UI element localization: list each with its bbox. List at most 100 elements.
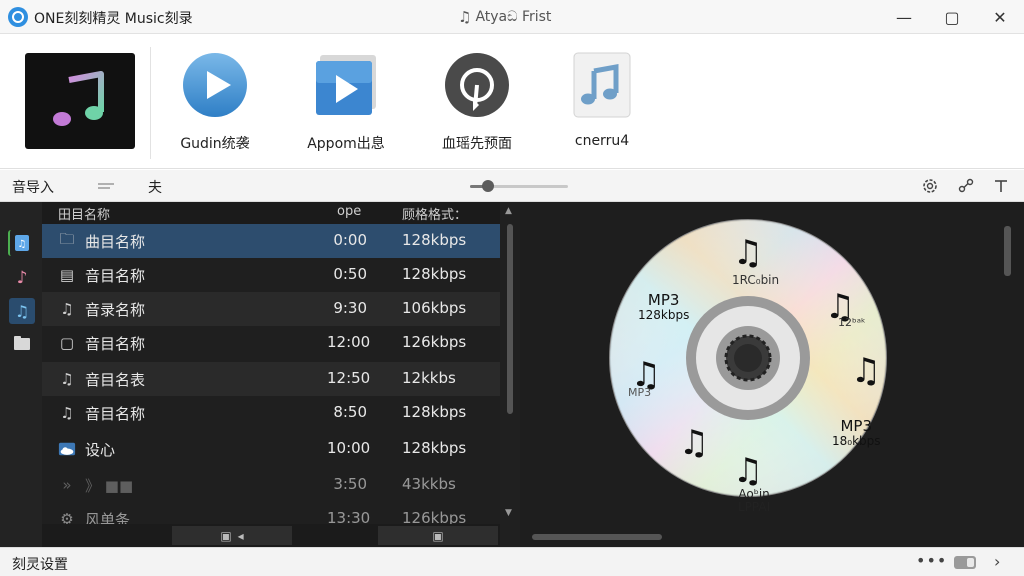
status-toggle[interactable]: [954, 556, 976, 569]
gear-icon[interactable]: [920, 176, 940, 196]
music-note-icon: ♫: [60, 300, 74, 318]
current-track-title: ♫ Atyaඩ Frist: [458, 8, 551, 26]
main-toolbar: Gudin统袭 Appom出息 血瑶先预面 cnerru4: [0, 35, 1024, 169]
scrollbar-thumb[interactable]: [507, 224, 513, 414]
footer-button-right[interactable]: ▣: [378, 526, 498, 545]
minimize-button[interactable]: —: [880, 0, 928, 34]
toolbar-divider: [150, 47, 151, 159]
file-icon: ▢: [59, 334, 75, 352]
nav-songs[interactable]: ♪: [9, 264, 35, 290]
track-list: 田目名称 ope 顾格格式： 🗀 曲目名称 0:00 128kbps ▤ 音目名…: [42, 202, 500, 547]
disc-label-line: MP3: [647, 291, 680, 309]
current-track-label: Atyaඩ Frist: [475, 9, 552, 25]
track-duration: 9:30: [333, 299, 367, 317]
column-name[interactable]: 田目名称: [58, 204, 110, 223]
music-note-icon: ♫: [458, 8, 472, 26]
track-name: 音目名称: [85, 405, 146, 423]
table-row[interactable]: ▤ 音目名称 0:50 128kbps: [42, 258, 500, 292]
nav-folders[interactable]: [9, 330, 35, 356]
disc-label: MP3: [628, 386, 652, 399]
play-circle-icon: [183, 53, 247, 117]
import-button[interactable]: 音导入: [12, 177, 54, 197]
track-name: 曲目名称: [85, 233, 146, 251]
folder-icon: 🗀: [59, 229, 75, 248]
tool-label: 血瑶先预面: [442, 136, 512, 152]
track-format: 128kbps: [402, 403, 467, 421]
tool-cnerru[interactable]: cnerru4: [542, 51, 662, 149]
svg-text:♪: ♪: [17, 268, 28, 287]
table-row[interactable]: ♫ 音目名称 8:50 128kbps: [42, 396, 500, 430]
nav-library[interactable]: ♫: [8, 230, 34, 256]
track-format: 12kkbs: [402, 369, 456, 387]
settings-link[interactable]: 刻灵设置: [12, 554, 68, 574]
title-bar: ONE刻刻精灵 Music刻录 ♫ Atyaඩ Frist — ▢ ✕: [0, 0, 1024, 34]
nav-playlists[interactable]: ♫: [9, 298, 35, 324]
left-nav: ♫ ♪ ♫: [0, 202, 42, 547]
more-icon[interactable]: •••: [916, 551, 947, 570]
disc-label: MP3 18₀kbps: [832, 418, 881, 448]
strip-menu-item[interactable]: 夫: [148, 177, 162, 197]
table-row[interactable]: » 》 ■■ 3:50 43kkbs: [42, 468, 500, 502]
track-format: 128kbps: [402, 231, 467, 249]
book-icon: ▣: [220, 528, 232, 543]
table-row[interactable]: ♫ 音目名表 12:50 12kkbs: [42, 362, 500, 396]
tool-label: Gudin统袭: [180, 136, 250, 152]
track-name: 音目名称: [85, 335, 146, 353]
preview-scrollbar[interactable]: [1004, 226, 1011, 276]
table-row[interactable]: ♫ 音录名称 9:30 106kbps: [42, 292, 500, 326]
share-icon[interactable]: [956, 176, 976, 196]
svg-text:♫: ♫: [733, 233, 763, 273]
disc-label-line: 18₀kbps: [832, 433, 881, 448]
disc-label-line: 128kbps: [638, 307, 690, 322]
disc-label: 1RC₀bin: [732, 273, 780, 287]
column-format[interactable]: 顾格格式：: [402, 204, 467, 223]
track-name: 音录名称: [85, 301, 146, 319]
tool-appom[interactable]: Appom出息: [286, 51, 406, 153]
filter-icon[interactable]: [991, 176, 1011, 196]
arrow-left-icon: ◂: [237, 528, 244, 543]
track-format: 106kbps: [402, 299, 467, 317]
footer-button-left[interactable]: ▣ ◂: [172, 526, 292, 545]
tool-preview[interactable]: 血瑶先预面: [417, 51, 537, 153]
table-row[interactable]: 🗀 曲目名称 0:00 128kbps: [42, 224, 500, 258]
disc-label-line: LPPAI: [738, 499, 771, 514]
track-name: 音目名表: [85, 371, 146, 389]
track-name: 》 ■■: [85, 477, 134, 495]
music-library-icon: ♫: [15, 235, 29, 251]
track-duration: 8:50: [333, 403, 367, 421]
music-file-icon: [573, 52, 631, 118]
album-cover[interactable]: [25, 53, 135, 149]
svg-text:♫: ♫: [679, 423, 709, 463]
music-note-icon: ♫: [60, 370, 74, 388]
tool-gudin[interactable]: Gudin统袭: [155, 51, 275, 153]
maximize-button[interactable]: ▢: [928, 0, 976, 34]
scroll-down-icon[interactable]: ▼: [505, 508, 512, 518]
column-duration[interactable]: ope: [337, 204, 361, 219]
music-note-icon: ♪: [17, 268, 28, 287]
track-duration: 0:00: [333, 231, 367, 249]
tool-label: Appom出息: [307, 136, 385, 152]
music-note-icon: [53, 71, 104, 126]
list-scrollbar[interactable]: ▲ ▼: [500, 202, 520, 547]
disc-preview-panel: ♫ ♫ ♫ ♫ ♫ ♫ MP3 128kbps 1RC₀bin 12ᵇᵃᵏ MP…: [520, 202, 1024, 547]
app-logo-icon: [8, 7, 28, 27]
svg-text:♫: ♫: [733, 451, 763, 491]
music-note-icon: ♫: [60, 404, 74, 422]
chevron-right-icon[interactable]: ›: [994, 552, 1000, 571]
chevron-icon: »: [62, 476, 72, 494]
track-name: 音目名称: [85, 267, 146, 285]
scroll-up-icon[interactable]: ▲: [505, 206, 512, 216]
preview-hscrollbar[interactable]: [532, 534, 662, 540]
table-row[interactable]: ▢ 音目名称 12:00 126kbps: [42, 326, 500, 360]
table-row[interactable]: 设心 10:00 128kbps: [42, 432, 500, 466]
track-format: 128kbps: [402, 439, 467, 457]
tool-label: cnerru4: [574, 133, 630, 149]
disc-label: MP3 128kbps: [638, 292, 689, 322]
track-format: 126kbps: [402, 333, 467, 351]
close-button[interactable]: ✕: [976, 0, 1024, 34]
track-duration: 12:00: [327, 333, 371, 351]
list-view-icon[interactable]: [96, 176, 116, 196]
slider-thumb[interactable]: [481, 180, 494, 192]
disc-label: 12ᵇᵃᵏ: [838, 316, 866, 329]
cd-disc: ♫ ♫ ♫ ♫ ♫ ♫: [609, 219, 887, 497]
